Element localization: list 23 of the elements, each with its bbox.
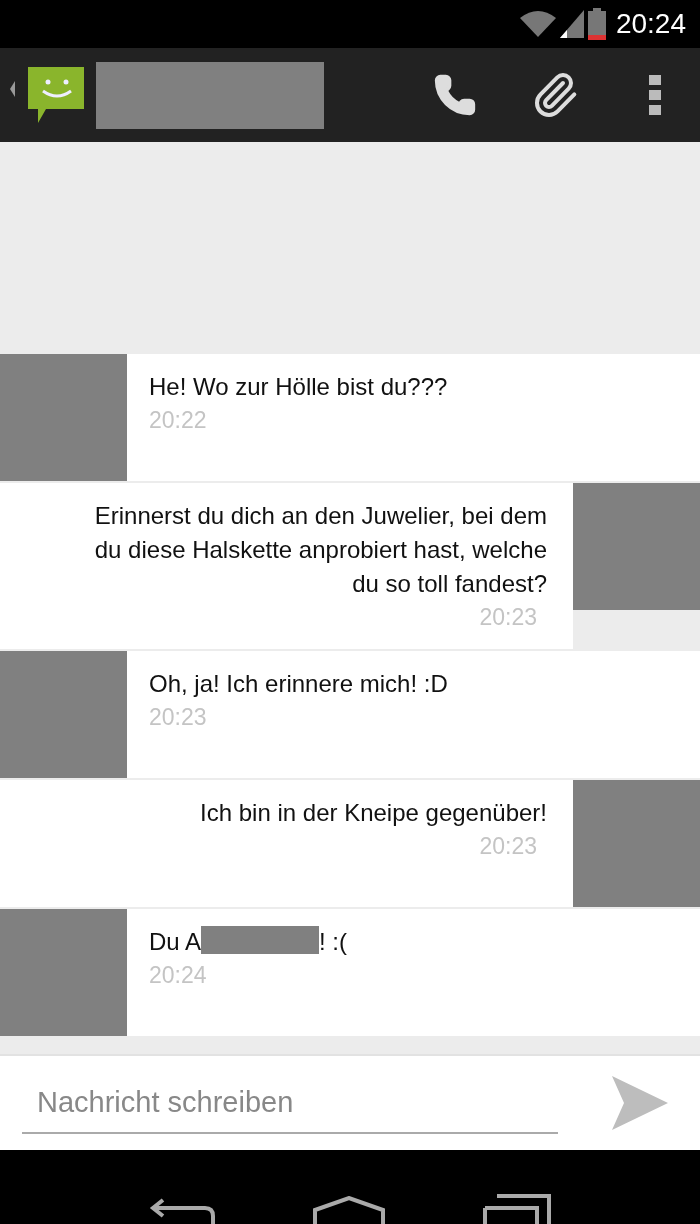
battery-icon: [587, 8, 606, 40]
message-time: 20:24: [149, 961, 208, 990]
send-icon: [612, 1076, 668, 1130]
clock: 20:24: [615, 7, 686, 41]
message-text: Ich bin in der Kneipe gegenüber!: [200, 799, 547, 826]
message-time: 20:23: [478, 832, 537, 861]
home-nav-button[interactable]: [313, 1196, 385, 1224]
wifi-icon: [519, 10, 556, 38]
message-text: ! :(: [319, 928, 348, 955]
signal-icon: [559, 10, 584, 38]
phone-icon: [433, 73, 477, 117]
message-time: 20:22: [149, 406, 208, 435]
message-time: 20:23: [478, 603, 537, 632]
message-text: Erinnerst du dich an den Juwelier, bei dem du diese Halskette anprobiert hast, welche du so toll fandest?: [94, 502, 547, 597]
message-time: 20:23: [149, 703, 208, 732]
message-text: He! Wo zur Hölle bist du???: [149, 373, 448, 400]
message-text: Oh, ja! Ich erinnere mich! :D: [149, 670, 448, 697]
home-icon: [313, 1196, 385, 1224]
recents-nav-button[interactable]: [483, 1194, 551, 1224]
compose-bar[interactable]: Nachricht schreiben: [0, 1054, 700, 1150]
recents-icon: [483, 1194, 551, 1224]
message-text: Du A: [149, 928, 202, 955]
menu-icon: [649, 75, 661, 115]
